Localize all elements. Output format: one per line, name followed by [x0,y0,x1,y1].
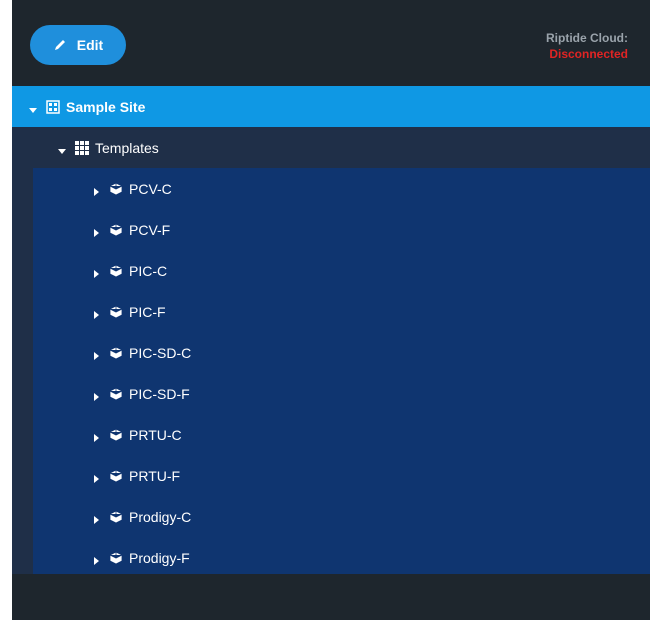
templates-children: PCV-C PCV-F PIC-C PIC-F PIC-SD-C PIC-SD-… [12,168,650,578]
tree-node-template-item[interactable]: PRTU-C [33,414,650,455]
cube-icon [109,551,123,565]
cube-icon [109,510,123,524]
tree-node-template-item[interactable]: Prodigy-C [33,496,650,537]
tree-node-label: PRTU-C [129,426,182,443]
caret-right-icon[interactable] [91,553,101,565]
cube-icon [109,305,123,319]
panel-footer [12,574,650,620]
panel-toolbar: Edit Riptide Cloud: Disconnected [12,0,650,86]
edit-button-label: Edit [76,37,104,53]
tree-node-label: Prodigy-C [129,508,192,525]
tree-node-template-item[interactable]: Prodigy-F [33,537,650,578]
cloud-label: Riptide Cloud: [546,31,628,45]
site-grid-icon [46,99,60,114]
tree-node-label: PCV-F [129,221,171,238]
caret-down-icon[interactable] [28,102,38,113]
cube-icon [109,346,123,360]
caret-right-icon[interactable] [91,307,101,319]
tree-node-template-item[interactable]: PCV-F [33,209,650,250]
tree-node-label: PIC-SD-F [129,385,190,402]
tree-node-template-item[interactable]: PCV-C [33,168,650,209]
caret-right-icon[interactable] [91,430,101,442]
caret-down-icon[interactable] [57,143,67,154]
tree-node-label: PRTU-F [129,467,181,484]
cube-icon [109,428,123,442]
tree-node-label: PIC-F [129,303,166,320]
tree-node-label: PIC-SD-C [129,344,192,361]
table-grid-icon [75,140,89,155]
caret-right-icon[interactable] [91,389,101,401]
tree-node-template-item[interactable]: PRTU-F [33,455,650,496]
caret-right-icon[interactable] [91,184,101,196]
cloud-connection-status: Riptide Cloud: Disconnected [546,30,628,62]
caret-right-icon[interactable] [91,512,101,524]
edit-button[interactable]: Edit [30,25,126,65]
cube-icon [109,264,123,278]
tree-node-templates[interactable]: Templates [12,127,650,168]
device-tree: Sample Site Templates PCV-C PCV-F PIC-C … [12,86,650,578]
cube-icon [109,469,123,483]
tree-node-sample-site[interactable]: Sample Site [12,86,650,127]
tree-node-label: PIC-C [129,262,168,279]
pencil-icon [53,38,67,52]
tree-node-template-item[interactable]: PIC-SD-F [33,373,650,414]
tree-node-label: Templates [95,139,159,156]
cube-icon [109,223,123,237]
caret-right-icon[interactable] [91,348,101,360]
device-tree-panel: Edit Riptide Cloud: Disconnected Sample … [12,0,650,620]
caret-right-icon[interactable] [91,266,101,278]
caret-right-icon[interactable] [91,225,101,237]
caret-right-icon[interactable] [91,471,101,483]
cloud-status-text: Disconnected [549,47,628,61]
cube-icon [109,387,123,401]
tree-node-label: PCV-C [129,180,172,197]
cube-icon [109,182,123,196]
tree-node-template-item[interactable]: PIC-C [33,250,650,291]
tree-node-label: Sample Site [66,98,146,115]
tree-node-template-item[interactable]: PIC-SD-C [33,332,650,373]
tree-node-template-item[interactable]: PIC-F [33,291,650,332]
tree-node-label: Prodigy-F [129,549,190,566]
